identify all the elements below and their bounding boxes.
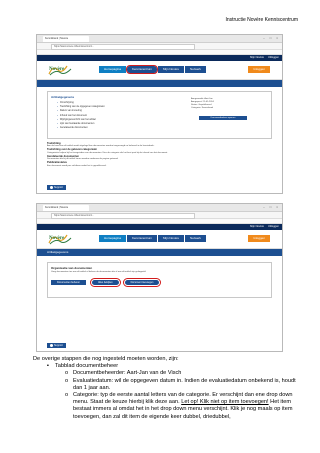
login-button[interactable]: Inloggen	[248, 66, 270, 73]
logo-text: Novère	[49, 236, 65, 241]
instruction-text: De overige stappen die nog ingesteld moe…	[33, 356, 303, 421]
login-button[interactable]: Inloggen	[248, 235, 270, 242]
site-header: Novère Homepagina Kenniscentrum Mijn Nov…	[37, 61, 282, 80]
browser-tab-bar: Kennisbank | Novère – □ ×	[37, 35, 282, 43]
band-title: Artikelgegevens	[47, 250, 69, 254]
window-controls[interactable]: – □ ×	[263, 205, 280, 209]
article-meta: Aangemaakt: Aart-Jan Aangepast: 21-01-20…	[191, 98, 247, 112]
panel-title: Organisatie van documenten	[51, 266, 93, 270]
browser-tab[interactable]: Kennisbank | Novère	[43, 205, 89, 211]
address-bar: https://www.novere.nl/kenniscentrum/...	[37, 212, 282, 219]
main-nav: Homepagina Kenniscentrum Mijn Novère Net…	[99, 65, 207, 74]
browser-tab-bar: Kennisbank | Novère – □ ×	[37, 204, 282, 212]
view-all-button[interactable]: Alles bekijken	[90, 278, 121, 287]
url-field[interactable]: https://www.novere.nl/kenniscentrum/...	[51, 44, 195, 50]
window-controls[interactable]: – □ ×	[263, 36, 280, 40]
logout-link[interactable]: Uitloggen	[268, 56, 279, 59]
circle-bullet-icon: o	[65, 377, 69, 384]
browser-tab[interactable]: Kennisbank | Novère	[43, 36, 89, 42]
warning-underlined: Let op! Klik niet op item toevoegen!	[181, 399, 269, 406]
support-label: Support	[54, 186, 63, 189]
sub-item: o Categorie: typ de eerste aantal letters…	[65, 392, 303, 421]
panel-description: Voeg documenten toe aan dit artikel of b…	[51, 271, 147, 273]
support-button[interactable]: Support	[47, 185, 66, 190]
add-document-button[interactable]: Document toevoegen	[122, 278, 162, 287]
intro-paragraph: De overige stappen die nog ingesteld moe…	[33, 356, 179, 362]
article-panel: Artikelgegevens Omschrijving Toelichting…	[47, 91, 272, 139]
document-actions: Documenten beheren Alles bekijken Docume…	[51, 278, 268, 287]
main-nav: Homepagina Kenniscentrum Mijn Novère Net…	[99, 235, 207, 242]
circle-bullet-icon: o	[65, 392, 69, 399]
nav-home[interactable]: Homepagina	[99, 66, 127, 73]
sub-item-text: Evaluatiedatum: wil de opgegeven datum i…	[73, 377, 296, 391]
sub-item-text: Documentbeheerder: Aart-Jan van de Visch	[73, 370, 182, 377]
logout-link[interactable]: Uitloggen	[268, 225, 279, 228]
nav-kenniscentrum[interactable]: Kenniscentrum	[127, 235, 158, 242]
my-account-link[interactable]: Mijn Novère	[250, 56, 264, 59]
documents-panel: Organisatie van documenten Voeg document…	[47, 262, 272, 298]
address-bar: https://www.novere.nl/kenniscentrum/...	[37, 43, 282, 50]
screenshot-article-page: Kennisbank | Novère – □ × https://www.no…	[36, 34, 283, 194]
support-icon	[50, 185, 53, 189]
manage-documents-button[interactable]: Documenten beheren	[51, 280, 86, 285]
list-item[interactable]: Gerelateerde documenten	[57, 126, 268, 130]
screenshot-document-management: Kennisbank | Novère – □ × https://www.no…	[36, 203, 283, 352]
nav-kenniscentrum[interactable]: Kenniscentrum	[126, 65, 159, 74]
title-band: Artikelgegevens	[37, 249, 282, 256]
support-label: Support	[54, 344, 63, 347]
nav-netwerk[interactable]: Netwerk	[185, 235, 207, 242]
sub-item: o Documentbeheerder: Aart-Jan van de Visc…	[65, 370, 303, 377]
document-header: Instructie Novère Kenniscentrum	[225, 17, 298, 23]
title-band	[37, 80, 282, 87]
tab-label: Tabblad documentbeheer	[55, 363, 119, 370]
site-header: Novère Homepagina Kenniscentrum Mijn Nov…	[37, 230, 282, 249]
nav-home[interactable]: Homepagina	[99, 235, 127, 242]
article-content: Artikelgegevens Omschrijving Toelichting…	[37, 87, 282, 172]
nav-mijn-novere[interactable]: Mijn Novère	[158, 66, 185, 73]
support-icon	[50, 343, 53, 347]
support-button[interactable]: Support	[47, 343, 66, 348]
logo-text: Novère	[49, 67, 65, 72]
nav-netwerk[interactable]: Netwerk	[185, 66, 207, 73]
nav-mijn-novere[interactable]: Mijn Novère	[158, 235, 185, 242]
text-block-body: Een document wordt pas zichtbaar nadat h…	[47, 164, 107, 167]
square-bullet-icon: ▪	[47, 363, 49, 370]
meta-line: Categorie: Kennisbank	[191, 107, 214, 109]
sub-item: o Evaluatiedatum: wil de opgegeven datum …	[65, 377, 303, 392]
text-block: Toelichting Aan de hand van dit artikel …	[47, 142, 272, 168]
document-content: Organisatie van documenten Voeg document…	[37, 256, 282, 302]
circle-bullet-icon: o	[65, 370, 69, 377]
url-field[interactable]: https://www.novere.nl/kenniscentrum/...	[51, 213, 195, 219]
document-management-button[interactable]: Documentbeheer openen	[199, 116, 247, 120]
my-account-link[interactable]: Mijn Novère	[250, 225, 264, 228]
tab-bullet: ▪ Tabblad documentbeheer	[47, 363, 303, 370]
